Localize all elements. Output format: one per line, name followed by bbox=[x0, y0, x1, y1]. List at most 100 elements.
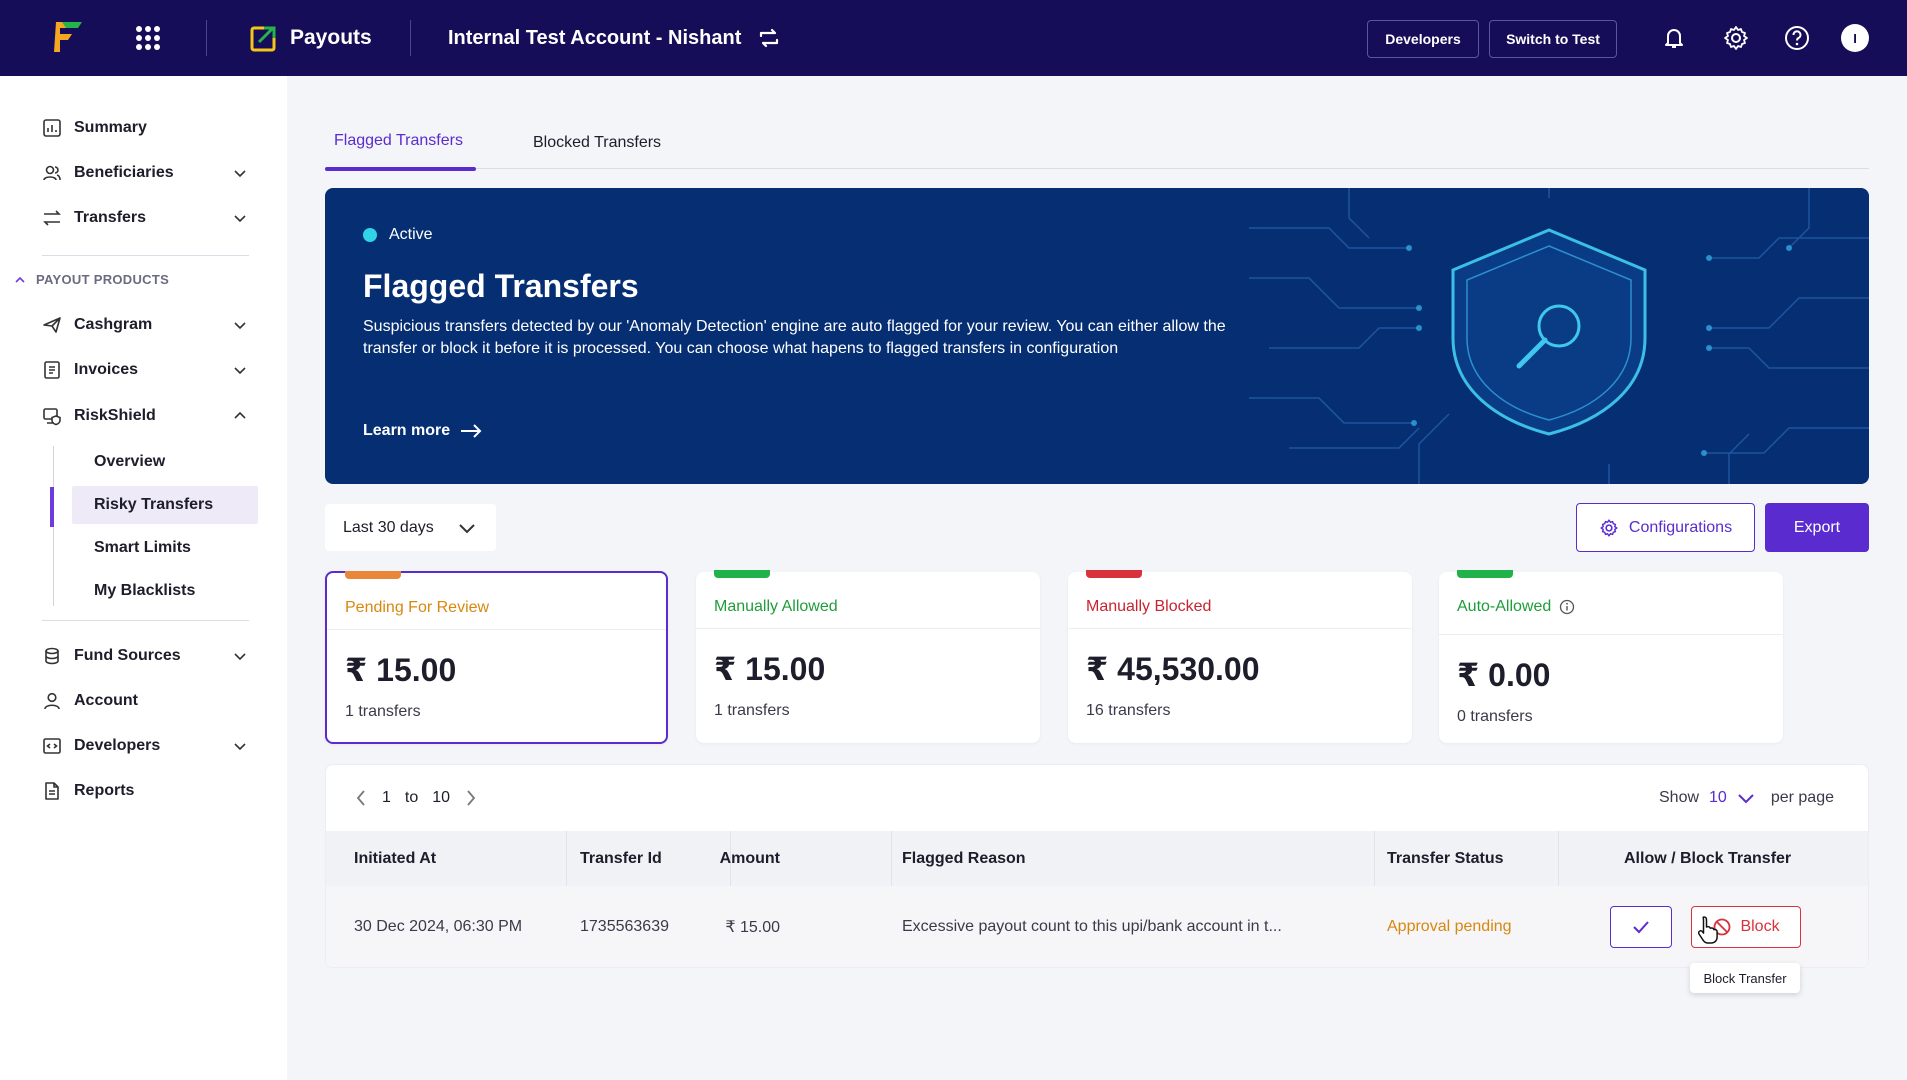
sidebar-item-transfers[interactable]: Transfers bbox=[42, 208, 247, 228]
tab-flagged-transfers[interactable]: Flagged Transfers bbox=[334, 132, 463, 150]
switch-account-icon[interactable] bbox=[757, 26, 781, 50]
column-header-allow-block: Allow / Block Transfer bbox=[1624, 849, 1792, 867]
per-page-suffix: per page bbox=[1770, 789, 1834, 806]
chevron-down-icon[interactable] bbox=[233, 166, 247, 180]
info-banner: Active Flagged Transfers Suspicious tran… bbox=[325, 188, 1869, 484]
card-color-tab bbox=[345, 571, 401, 579]
date-range-dropdown[interactable]: Last 30 days bbox=[325, 504, 496, 551]
sidebar-item-label: Fund Sources bbox=[74, 647, 181, 664]
sidebar-subitem-my-blacklists[interactable]: My Blacklists bbox=[72, 572, 258, 610]
cashfree-logo[interactable] bbox=[50, 18, 86, 54]
card-label: Auto-Allowed bbox=[1457, 598, 1552, 615]
tab-blocked-transfers[interactable]: Blocked Transfers bbox=[533, 134, 661, 152]
chevron-down-icon[interactable] bbox=[233, 318, 247, 332]
report-icon bbox=[45, 782, 59, 800]
sidebar-subitem-risky-transfers[interactable]: Risky Transfers bbox=[72, 486, 258, 524]
sidebar-item-label: Beneficiaries bbox=[74, 164, 174, 181]
sidebar-item-summary[interactable]: Summary bbox=[42, 118, 247, 138]
chevron-right-icon[interactable] bbox=[464, 789, 478, 807]
sidebar-item-reports[interactable]: Reports bbox=[42, 781, 247, 801]
card-color-tab bbox=[1086, 570, 1142, 578]
card-count: 0 transfers bbox=[1457, 708, 1533, 725]
card-label: Manually Allowed bbox=[714, 598, 838, 615]
divider bbox=[1068, 628, 1412, 629]
card-auto-allowed[interactable]: Auto-Allowed ₹ 0.00 0 transfers bbox=[1439, 570, 1783, 743]
account-switcher[interactable]: Internal Test Account - Nishant bbox=[448, 26, 781, 50]
arrow-right-icon bbox=[461, 424, 482, 438]
card-color-tab bbox=[714, 570, 770, 578]
avatar[interactable]: I bbox=[1841, 24, 1869, 52]
chevron-down-icon[interactable] bbox=[233, 739, 247, 753]
section-label: PAYOUT PRODUCTS bbox=[36, 272, 170, 287]
show-label: Show bbox=[1659, 789, 1700, 806]
allow-transfer-button[interactable] bbox=[1610, 906, 1672, 948]
card-pending-review[interactable]: Pending For Review ₹ 15.00 1 transfers bbox=[325, 571, 668, 744]
chart-icon bbox=[43, 119, 61, 137]
hand-cursor-icon bbox=[1697, 916, 1718, 944]
chevron-down-icon[interactable] bbox=[233, 649, 247, 663]
divider bbox=[327, 629, 666, 630]
shield-circuit-illustration bbox=[1249, 188, 1869, 484]
info-icon[interactable] bbox=[1559, 599, 1575, 615]
divider bbox=[206, 20, 207, 56]
status-dot bbox=[363, 228, 377, 242]
sidebar-item-developers[interactable]: Developers bbox=[42, 736, 247, 756]
sidebar-item-beneficiaries[interactable]: Beneficiaries bbox=[42, 163, 247, 183]
help-icon[interactable] bbox=[1783, 24, 1811, 52]
card-label: Manually Blocked bbox=[1086, 598, 1212, 615]
sidebar-item-invoices[interactable]: Invoices bbox=[42, 360, 247, 380]
sidebar-item-cashgram[interactable]: Cashgram bbox=[42, 315, 247, 335]
column-separator bbox=[566, 831, 567, 886]
learn-more-link[interactable]: Learn more bbox=[363, 422, 482, 440]
bell-icon[interactable] bbox=[1660, 24, 1688, 52]
chevron-left-icon[interactable] bbox=[354, 789, 368, 807]
transfer-arrows-icon bbox=[43, 210, 61, 226]
column-separator bbox=[1558, 831, 1559, 886]
section-payout-products[interactable]: PAYOUT PRODUCTS bbox=[14, 272, 169, 287]
configurations-label: Configurations bbox=[1628, 518, 1733, 536]
export-button[interactable]: Export bbox=[1765, 503, 1869, 552]
users-icon bbox=[43, 165, 61, 181]
product-name: Payouts bbox=[290, 26, 372, 49]
sidebar-item-label: RiskShield bbox=[74, 407, 156, 424]
developers-button[interactable]: Developers bbox=[1367, 20, 1479, 58]
chevron-up-icon[interactable] bbox=[233, 409, 247, 423]
invoice-icon bbox=[44, 361, 60, 379]
column-header-transfer-id: Transfer Id bbox=[580, 849, 662, 867]
banner-title: Flagged Transfers bbox=[363, 268, 639, 304]
card-label: Pending For Review bbox=[345, 599, 490, 616]
switch-to-test-button[interactable]: Switch to Test bbox=[1489, 20, 1617, 58]
cell-transfer-id[interactable]: 1735563639 bbox=[580, 886, 669, 967]
send-icon bbox=[43, 317, 61, 333]
gear-icon[interactable] bbox=[1722, 24, 1750, 52]
configurations-button[interactable]: Configurations bbox=[1576, 503, 1755, 552]
top-bar: Payouts Internal Test Account - Nishant … bbox=[0, 0, 1907, 76]
divider bbox=[410, 20, 411, 56]
card-count: 1 transfers bbox=[345, 703, 421, 720]
card-count: 1 transfers bbox=[714, 702, 790, 719]
sidebar-subitem-overview[interactable]: Overview bbox=[72, 443, 258, 481]
account-name: Internal Test Account - Nishant bbox=[448, 26, 742, 49]
column-separator bbox=[1374, 831, 1375, 886]
card-manually-allowed[interactable]: Manually Allowed ₹ 15.00 1 transfers bbox=[696, 570, 1040, 743]
sidebar-item-account[interactable]: Account bbox=[42, 691, 247, 711]
sidebar-item-fund-sources[interactable]: Fund Sources bbox=[42, 646, 247, 666]
pagination: 1 to 10 bbox=[354, 789, 478, 807]
sidebar-subitem-smart-limits[interactable]: Smart Limits bbox=[72, 529, 258, 567]
cell-amount: ₹ 15.00 bbox=[725, 918, 780, 936]
coins-icon bbox=[45, 647, 59, 665]
divider bbox=[42, 620, 249, 621]
card-manually-blocked[interactable]: Manually Blocked ₹ 45,530.00 16 transfer… bbox=[1068, 570, 1412, 743]
apps-grid-icon[interactable] bbox=[136, 26, 160, 50]
card-count: 16 transfers bbox=[1086, 702, 1171, 719]
chevron-down-icon[interactable] bbox=[233, 211, 247, 225]
date-range-value: Last 30 days bbox=[343, 518, 434, 536]
transfers-table: 1 to 10 Show 10 per page Initiated At Tr… bbox=[325, 764, 1869, 968]
card-amount: ₹ 45,530.00 bbox=[1086, 651, 1260, 687]
product-switcher[interactable]: Payouts bbox=[250, 24, 372, 52]
per-page-value[interactable]: 10 bbox=[1709, 789, 1727, 807]
table-row: 30 Dec 2024, 06:30 PM 1735563639 ₹ 15.00… bbox=[326, 886, 1868, 967]
chevron-down-icon[interactable] bbox=[233, 363, 247, 377]
sidebar-item-riskshield[interactable]: RiskShield bbox=[42, 406, 247, 426]
chevron-down-icon[interactable] bbox=[1737, 792, 1755, 804]
